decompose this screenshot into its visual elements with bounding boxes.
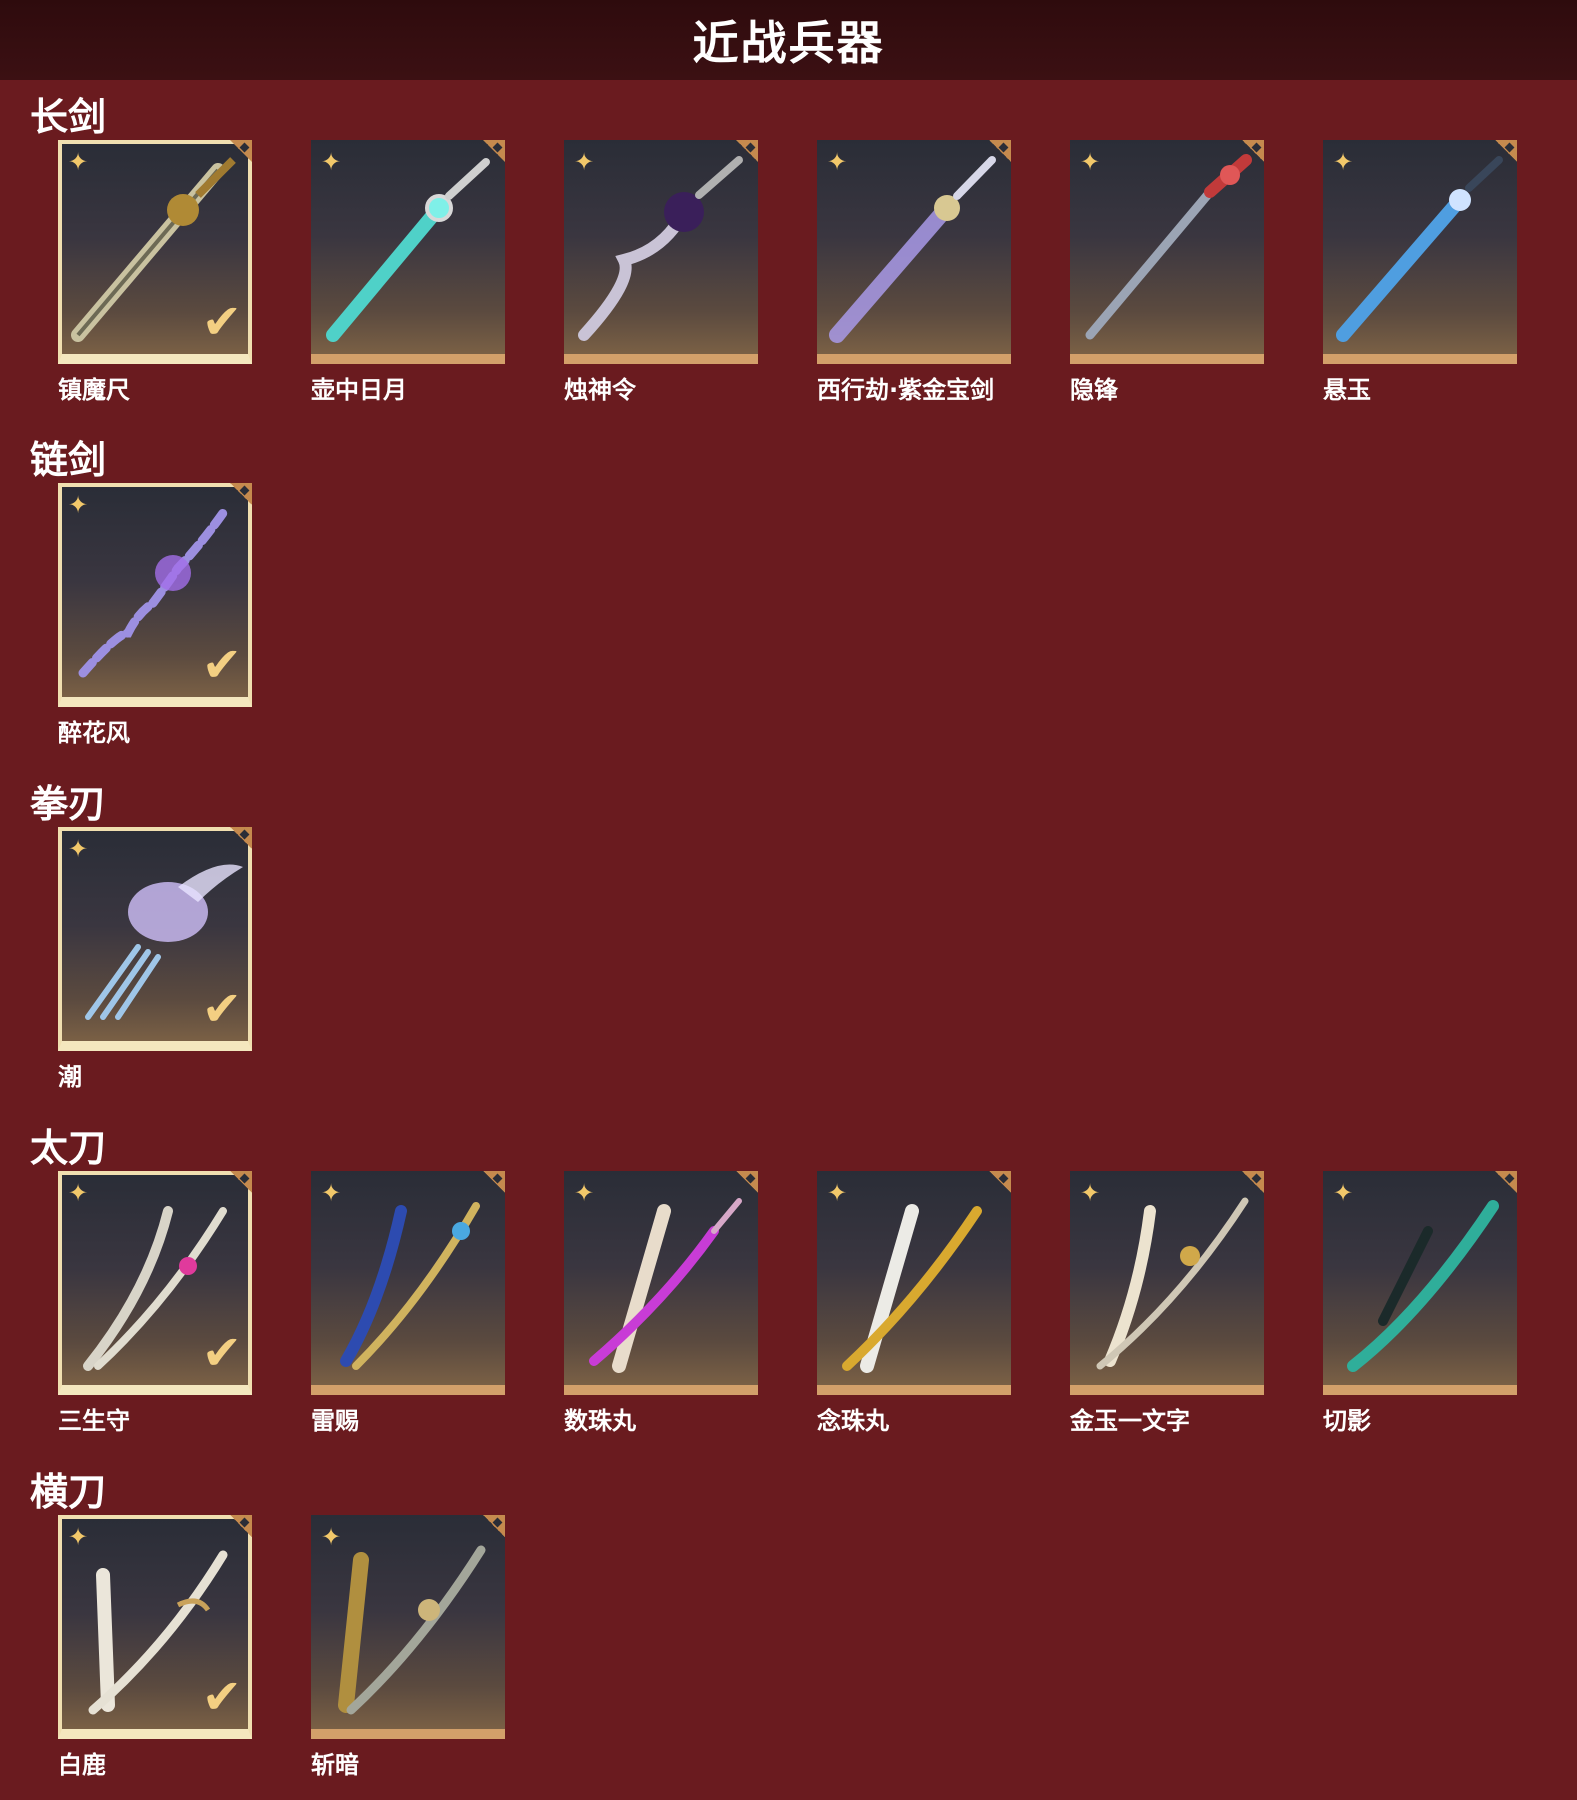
weapon-card[interactable]: ✦ ✔ 镇魔尺 — [58, 140, 252, 404]
corner-tab-icon — [1242, 140, 1264, 162]
weapon-card[interactable]: ✦ 数珠丸 — [564, 1171, 758, 1435]
weapon-name: 西行劫·紫金宝剑 — [817, 376, 995, 404]
weapon-card[interactable]: ✦ 悬玉 — [1323, 140, 1517, 404]
page-header: 近战兵器 — [0, 0, 1577, 80]
rarity-star-icon: ✦ — [321, 1179, 342, 1207]
rarity-star-icon: ✦ — [827, 148, 848, 176]
rarity-star-icon: ✦ — [68, 835, 89, 863]
weapon-name: 数珠丸 — [564, 1407, 636, 1435]
weapon-card[interactable]: ✦ 西行劫·紫金宝剑 — [817, 140, 1011, 404]
weapon-card[interactable]: ✦ 切影 — [1323, 1171, 1517, 1435]
category-title: 太刀 — [30, 1126, 107, 1170]
category-chainsword: 链剑 ✦ ✔ 醉花风 — [0, 423, 1577, 763]
rarity-star-icon: ✦ — [68, 148, 89, 176]
weapon-card[interactable]: ✦ 壶中日月 — [311, 140, 505, 404]
corner-tab-icon — [230, 483, 252, 505]
corner-tab-icon — [230, 1515, 252, 1537]
category-title: 链剑 — [30, 438, 107, 482]
rarity-star-icon: ✦ — [574, 1179, 595, 1207]
rarity-star-icon: ✦ — [574, 148, 595, 176]
weapon-name: 隐锋 — [1070, 376, 1118, 404]
rarity-star-icon: ✦ — [68, 1523, 89, 1551]
weapon-name: 潮 — [58, 1063, 82, 1091]
weapon-card[interactable]: ✦ 斩暗 — [311, 1515, 505, 1779]
weapon-card[interactable]: ✦ 念珠丸 — [817, 1171, 1011, 1435]
category-title: 长剑 — [30, 95, 107, 139]
category-fistblade: 拳刃 ✦ ✔ 潮 — [0, 767, 1577, 1107]
weapon-name: 烛神令 — [564, 376, 636, 404]
corner-tab-icon — [230, 827, 252, 849]
category-tachi: 太刀 ✦ ✔ 三生守 ✦ 雷赐 ✦ 数珠丸 ✦ 念珠丸 ✦ 金玉一文字 ✦ 切影 — [0, 1111, 1577, 1451]
rarity-star-icon: ✦ — [1333, 148, 1354, 176]
weapon-card[interactable]: ✦ 隐锋 — [1070, 140, 1264, 404]
owned-check-icon: ✔ — [201, 294, 242, 350]
weapon-card[interactable]: ✦ 雷赐 — [311, 1171, 505, 1435]
owned-check-icon: ✔ — [201, 981, 242, 1037]
rarity-star-icon: ✦ — [827, 1179, 848, 1207]
page-title: 近战兵器 — [692, 16, 885, 70]
weapon-card[interactable]: ✦ ✔ 潮 — [58, 827, 252, 1091]
rarity-star-icon: ✦ — [1080, 1179, 1101, 1207]
owned-check-icon: ✔ — [201, 637, 242, 693]
weapon-name: 壶中日月 — [311, 376, 407, 404]
corner-tab-icon — [736, 140, 758, 162]
weapon-card[interactable]: ✦ 金玉一文字 — [1070, 1171, 1264, 1435]
weapon-name: 悬玉 — [1323, 376, 1371, 404]
weapon-name: 三生守 — [58, 1407, 130, 1435]
rarity-star-icon: ✦ — [68, 491, 89, 519]
corner-tab-icon — [1495, 1171, 1517, 1193]
owned-check-icon: ✔ — [201, 1669, 242, 1725]
corner-tab-icon — [483, 1515, 505, 1537]
corner-tab-icon — [230, 1171, 252, 1193]
corner-tab-icon — [230, 140, 252, 162]
corner-tab-icon — [483, 1171, 505, 1193]
weapon-name: 切影 — [1323, 1407, 1371, 1435]
corner-tab-icon — [1495, 140, 1517, 162]
corner-tab-icon — [989, 1171, 1011, 1193]
category-title: 拳刃 — [30, 782, 107, 826]
rarity-star-icon: ✦ — [1080, 148, 1101, 176]
rarity-star-icon: ✦ — [321, 148, 342, 176]
category-longsword: 长剑 ✦ ✔ 镇魔尺 ✦ 壶中日月 ✦ 烛神令 ✦ 西行劫·紫金宝剑 ✦ 隐锋 … — [0, 80, 1577, 420]
weapon-card[interactable]: ✦ 烛神令 — [564, 140, 758, 404]
category-hengdao: 横刀 ✦ ✔ 白鹿 ✦ 斩暗 — [0, 1455, 1577, 1800]
weapon-name: 白鹿 — [58, 1751, 106, 1779]
weapon-name: 醉花风 — [58, 719, 130, 747]
weapon-name: 金玉一文字 — [1070, 1407, 1190, 1435]
weapon-name: 镇魔尺 — [58, 376, 130, 404]
rarity-star-icon: ✦ — [1333, 1179, 1354, 1207]
weapon-card[interactable]: ✦ ✔ 白鹿 — [58, 1515, 252, 1779]
corner-tab-icon — [989, 140, 1011, 162]
rarity-star-icon: ✦ — [68, 1179, 89, 1207]
category-title: 横刀 — [30, 1470, 107, 1514]
corner-tab-icon — [483, 140, 505, 162]
weapon-card[interactable]: ✦ ✔ 醉花风 — [58, 483, 252, 747]
weapon-card[interactable]: ✦ ✔ 三生守 — [58, 1171, 252, 1435]
corner-tab-icon — [1242, 1171, 1264, 1193]
owned-check-icon: ✔ — [201, 1325, 242, 1381]
rarity-star-icon: ✦ — [321, 1523, 342, 1551]
weapon-name: 斩暗 — [311, 1751, 359, 1779]
weapon-name: 雷赐 — [311, 1407, 359, 1435]
corner-tab-icon — [736, 1171, 758, 1193]
weapon-name: 念珠丸 — [817, 1407, 889, 1435]
